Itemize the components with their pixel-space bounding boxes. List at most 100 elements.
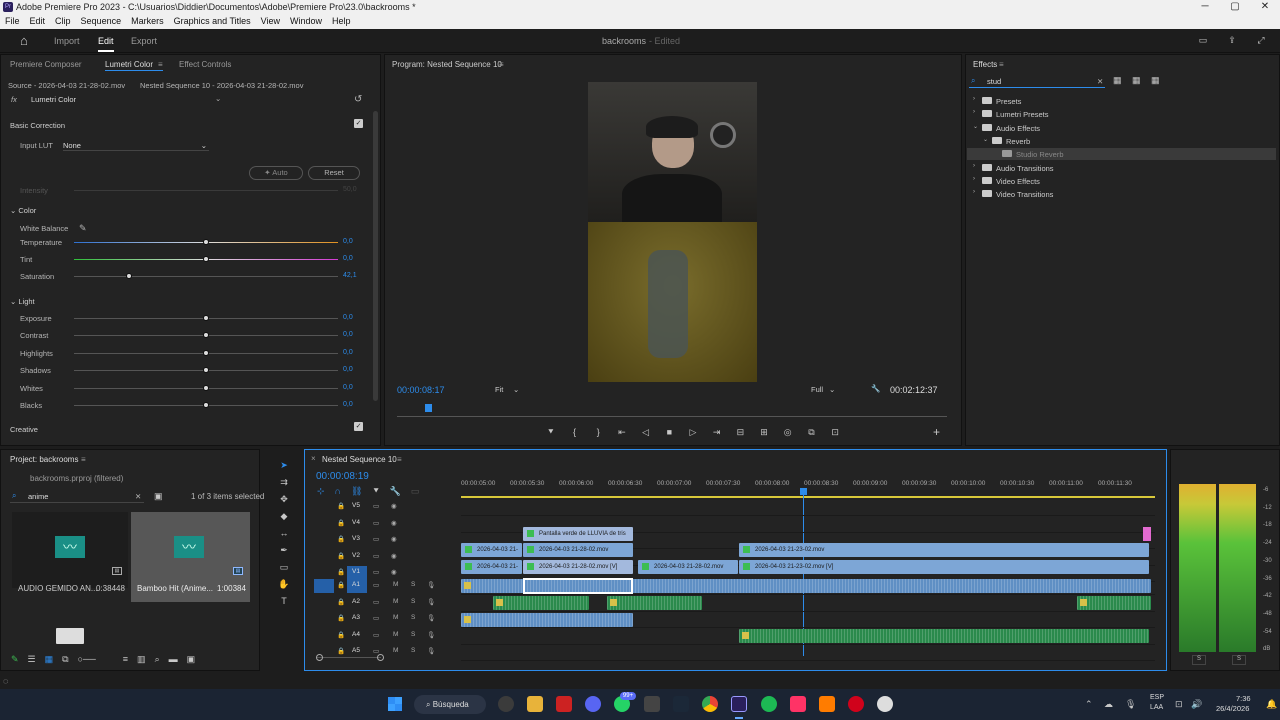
light-slider-track[interactable] bbox=[74, 315, 338, 321]
language-indicator[interactable]: ESP bbox=[1150, 694, 1164, 701]
solo-button[interactable]: S bbox=[411, 598, 415, 605]
v1-clip-selected[interactable]: 2026-04-03 21-28-02.mov [V] bbox=[523, 560, 633, 574]
time-ruler[interactable]: 00:00:05:00 00:00:05:30 00:00:06:00 00:00:0… bbox=[461, 478, 1155, 498]
discord-icon[interactable] bbox=[585, 696, 601, 712]
light-slider-knob[interactable] bbox=[203, 349, 209, 356]
media-player-icon[interactable] bbox=[877, 696, 893, 712]
v3-clip[interactable]: Pantalla verde de LLUVIA de tris bbox=[523, 527, 633, 541]
bin-folder-icon[interactable] bbox=[56, 628, 84, 644]
color-slider-value[interactable]: 42,1 bbox=[343, 272, 357, 279]
effects-tree-item[interactable]: › Presets bbox=[967, 95, 1276, 107]
work-area-bar[interactable] bbox=[461, 496, 1155, 498]
light-slider-value[interactable]: 0,0 bbox=[343, 384, 353, 391]
light-slider-track[interactable] bbox=[74, 349, 338, 356]
project-title[interactable]: Project: backrooms bbox=[10, 455, 78, 464]
tiktok-icon[interactable] bbox=[790, 696, 806, 712]
light-section-header[interactable]: ⌄ Light bbox=[10, 297, 35, 306]
clear-search-icon[interactable]: ✕ bbox=[1097, 77, 1103, 86]
v2-clip[interactable]: 2026-04-03 21- bbox=[461, 543, 522, 557]
track-lock-icon[interactable]: 🔒 bbox=[337, 614, 345, 622]
tab-premiere-composer[interactable]: Premiere Composer bbox=[10, 60, 82, 69]
chevron-up-icon[interactable]: ⌃ bbox=[1085, 699, 1093, 710]
razor-tool-icon[interactable]: ◆ bbox=[274, 511, 294, 528]
menu-help[interactable]: Help bbox=[327, 15, 356, 29]
add-button-icon[interactable]: + bbox=[933, 426, 940, 438]
light-slider-value[interactable]: 0,0 bbox=[343, 314, 353, 321]
tab-export[interactable]: Export bbox=[131, 36, 157, 46]
sync-lock-icon[interactable]: ▭ bbox=[373, 581, 379, 589]
light-slider-knob[interactable] bbox=[203, 315, 209, 321]
illustrator-icon[interactable] bbox=[819, 696, 835, 712]
track-lock-icon[interactable]: 🔒 bbox=[337, 519, 345, 527]
timeline-settings-icon[interactable]: 🔧 bbox=[390, 486, 401, 498]
selection-tool-icon[interactable]: ➤ bbox=[274, 460, 294, 477]
workspaces-icon[interactable]: ▭ bbox=[1196, 35, 1210, 46]
winrar-icon[interactable] bbox=[556, 696, 572, 712]
mute-button[interactable]: M bbox=[393, 614, 398, 621]
stop-icon[interactable]: ■ bbox=[661, 427, 677, 441]
menu-graphics[interactable]: Graphics and Titles bbox=[169, 15, 256, 29]
32bit-effects-icon[interactable]: ▦ bbox=[1132, 75, 1141, 86]
track-select-tool-icon[interactable]: ⇉ bbox=[274, 477, 294, 494]
export-frame-icon[interactable]: ◎ bbox=[780, 427, 796, 441]
pink-clip[interactable] bbox=[1143, 527, 1151, 541]
file-explorer-icon[interactable] bbox=[527, 696, 543, 712]
list-view-icon[interactable]: ☰ bbox=[28, 654, 36, 670]
creative-section-header[interactable]: Creative bbox=[10, 425, 38, 434]
input-lut-select[interactable]: None ⌄ bbox=[63, 141, 209, 151]
mute-button[interactable]: M bbox=[393, 581, 398, 588]
mute-button[interactable]: M bbox=[393, 631, 398, 638]
nest-icon[interactable]: ⊹ bbox=[317, 486, 325, 498]
source-label[interactable]: Source - 2026-04-03 21-28-02.mov bbox=[8, 81, 125, 90]
menu-view[interactable]: View bbox=[256, 15, 285, 29]
volume-icon[interactable]: 🔊 bbox=[1191, 699, 1202, 710]
light-slider-knob[interactable] bbox=[203, 367, 209, 374]
panel-scrollbar[interactable] bbox=[373, 111, 378, 401]
timeline-timecode[interactable]: 00:00:08:19 bbox=[316, 471, 369, 482]
v2-clip[interactable]: 2026-04-03 21-28-02.mov bbox=[523, 543, 633, 557]
a2-audio-clip[interactable] bbox=[607, 596, 702, 610]
microphone-icon[interactable]: 🎙 bbox=[427, 631, 435, 639]
color-slider-track[interactable] bbox=[74, 256, 338, 262]
microphone-icon[interactable]: 🎙 bbox=[427, 598, 435, 606]
minimize-button[interactable]: ─ bbox=[1190, 0, 1220, 15]
slip-tool-icon[interactable]: ↔ bbox=[274, 528, 294, 545]
go-to-out-icon[interactable]: ⇥ bbox=[709, 427, 725, 441]
program-scrubber[interactable] bbox=[397, 416, 947, 417]
effects-tree-item[interactable]: › Audio Transitions bbox=[967, 162, 1276, 174]
effect-name[interactable]: Lumetri Color bbox=[31, 95, 76, 104]
add-marker-icon[interactable]: ⯆ bbox=[372, 486, 379, 498]
track-label[interactable]: V2 bbox=[352, 552, 360, 559]
mute-button[interactable]: M bbox=[393, 647, 398, 654]
snap-icon[interactable]: ∩ bbox=[335, 486, 341, 498]
tab-edit[interactable]: Edit bbox=[98, 36, 114, 46]
light-slider-value[interactable]: 0,0 bbox=[343, 366, 353, 373]
eye-icon[interactable]: ◉ bbox=[391, 568, 397, 576]
color-slider-track[interactable] bbox=[74, 273, 338, 279]
eye-icon[interactable]: ◉ bbox=[391, 552, 397, 560]
v1-clip[interactable]: 2026-04-03 21- bbox=[461, 560, 522, 574]
automate-sequence-icon[interactable]: ▥ bbox=[137, 654, 146, 670]
solo-button[interactable]: S bbox=[411, 631, 415, 638]
spotify-icon[interactable] bbox=[761, 696, 777, 712]
settings-wrench-icon[interactable]: 🔧 bbox=[871, 384, 880, 393]
safe-margins-icon[interactable]: ⊡ bbox=[827, 427, 843, 441]
extract-icon[interactable]: ⊞ bbox=[756, 427, 772, 441]
track-lock-icon[interactable]: 🔒 bbox=[337, 568, 345, 576]
add-marker-icon[interactable]: ⯆ bbox=[543, 427, 559, 441]
basic-correction-checkbox[interactable]: ✓ bbox=[354, 119, 363, 128]
effects-tree-item[interactable]: › Video Effects bbox=[967, 175, 1276, 187]
light-slider-knob[interactable] bbox=[203, 332, 209, 339]
go-to-in-icon[interactable]: ⇤ bbox=[614, 427, 630, 441]
notifications-icon[interactable]: 🔔 bbox=[1266, 699, 1277, 710]
hand-tool-icon[interactable]: ✋ bbox=[274, 579, 294, 596]
track-label[interactable]: V3 bbox=[352, 535, 360, 542]
track-lock-icon[interactable]: 🔒 bbox=[337, 631, 345, 639]
a2-audio-clip[interactable] bbox=[493, 596, 589, 610]
basic-correction-header[interactable]: Basic Correction bbox=[10, 121, 65, 130]
light-slider-track[interactable] bbox=[74, 367, 338, 374]
tab-lumetri-color[interactable]: Lumetri Color bbox=[105, 60, 153, 69]
pen-icon[interactable]: ✎ bbox=[11, 654, 19, 670]
v1-clip[interactable]: 2026-04-03 21-23-02.mov [V] bbox=[739, 560, 1149, 574]
color-slider-value[interactable]: 0,0 bbox=[343, 255, 353, 262]
